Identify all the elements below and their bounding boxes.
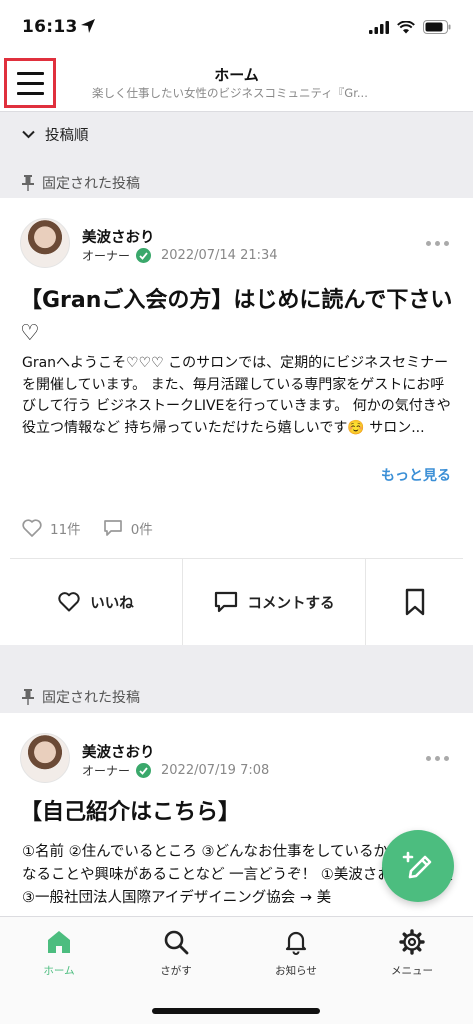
more-options-icon[interactable] bbox=[426, 241, 449, 246]
pin-icon bbox=[22, 689, 34, 705]
pin-icon bbox=[22, 175, 34, 191]
pinned-label: 固定された投稿 bbox=[22, 173, 140, 193]
battery-icon bbox=[423, 20, 451, 34]
location-arrow-icon bbox=[81, 19, 95, 33]
author-name[interactable]: 美波さおり bbox=[82, 741, 155, 762]
status-bar: 16:13 bbox=[0, 0, 473, 54]
pencil-plus-icon bbox=[402, 851, 432, 879]
like-count: 11件 bbox=[22, 518, 81, 538]
like-button[interactable]: いいね bbox=[10, 559, 183, 645]
comment-button[interactable]: コメントする bbox=[183, 559, 366, 645]
compose-post-button[interactable] bbox=[382, 830, 454, 902]
avatar[interactable] bbox=[20, 733, 70, 783]
bookmark-icon bbox=[405, 588, 424, 616]
role-label: オーナー bbox=[82, 764, 131, 778]
post-actions: いいね コメントする bbox=[10, 558, 463, 645]
comment-count-text: 0件 bbox=[130, 522, 153, 538]
home-indicator bbox=[152, 1008, 320, 1014]
heart-outline-icon bbox=[22, 519, 42, 537]
avatar[interactable] bbox=[20, 218, 70, 268]
post-stats: 11件 0件 bbox=[22, 518, 153, 538]
tab-notifications[interactable]: お知らせ bbox=[246, 929, 346, 978]
comment-icon bbox=[214, 591, 237, 613]
tab-home[interactable]: ホーム bbox=[9, 929, 109, 978]
tab-label: さがす bbox=[160, 965, 192, 977]
like-button-label: いいね bbox=[90, 595, 134, 612]
page-title: ホーム bbox=[214, 66, 259, 84]
hamburger-icon-line bbox=[16, 91, 44, 95]
post-body[interactable]: Granへようこそ♡♡♡ このサロンでは、定期的にビジネスセミナーを開催していま… bbox=[22, 353, 454, 439]
tab-label: ホーム bbox=[43, 965, 75, 977]
home-icon bbox=[48, 931, 70, 953]
like-count-text: 11件 bbox=[50, 522, 81, 538]
tab-search[interactable]: さがす bbox=[126, 929, 226, 978]
signal-icon bbox=[369, 20, 389, 34]
sort-dropdown[interactable]: 投稿順 bbox=[22, 124, 89, 145]
verified-check-icon bbox=[136, 763, 152, 778]
pinned-label-text: 固定された投稿 bbox=[42, 690, 140, 706]
comment-outline-icon bbox=[103, 520, 122, 536]
bottom-tab-bar: ホーム さがす お知らせ メニュー bbox=[0, 916, 473, 1024]
gear-icon bbox=[399, 929, 425, 955]
post-meta: オーナー 2022/07/19 7:08 bbox=[82, 762, 269, 779]
chevron-down-icon bbox=[22, 130, 35, 139]
post-card[interactable]: 美波さおり オーナー 2022/07/14 21:34 【Granご入会の方】は… bbox=[0, 198, 473, 645]
tab-label: メニュー bbox=[391, 965, 433, 977]
post-date: 2022/07/19 7:08 bbox=[161, 763, 270, 778]
wifi-icon bbox=[397, 20, 415, 33]
heart-icon bbox=[58, 592, 80, 612]
author-name[interactable]: 美波さおり bbox=[82, 226, 155, 247]
pinned-label: 固定された投稿 bbox=[22, 687, 140, 707]
tab-menu[interactable]: メニュー bbox=[362, 929, 462, 978]
search-icon bbox=[164, 930, 189, 955]
see-more-link[interactable]: もっと見る bbox=[381, 465, 451, 485]
post-title[interactable]: 【自己紹介はこちら】 bbox=[20, 796, 460, 829]
status-time: 16:13 bbox=[22, 17, 78, 37]
pinned-label-text: 固定された投稿 bbox=[42, 176, 140, 192]
comment-button-label: コメントする bbox=[247, 595, 335, 612]
post-title[interactable]: 【Granご入会の方】はじめに読んで下さい♡ bbox=[20, 284, 460, 350]
post-date: 2022/07/14 21:34 bbox=[161, 248, 278, 263]
tab-label: お知らせ bbox=[275, 965, 317, 977]
app-header: ホーム 楽しく仕事したい女性のビジネスコミュニティ『Gr... bbox=[0, 54, 473, 112]
verified-check-icon bbox=[136, 248, 152, 263]
more-options-icon[interactable] bbox=[426, 756, 449, 761]
role-label: オーナー bbox=[82, 249, 131, 263]
community-name: 楽しく仕事したい女性のビジネスコミュニティ『Gr... bbox=[92, 86, 368, 100]
sort-label: 投稿順 bbox=[45, 128, 89, 144]
comment-count: 0件 bbox=[103, 518, 153, 538]
bookmark-button[interactable] bbox=[366, 559, 463, 645]
bell-icon bbox=[285, 931, 307, 955]
post-meta: オーナー 2022/07/14 21:34 bbox=[82, 247, 278, 264]
